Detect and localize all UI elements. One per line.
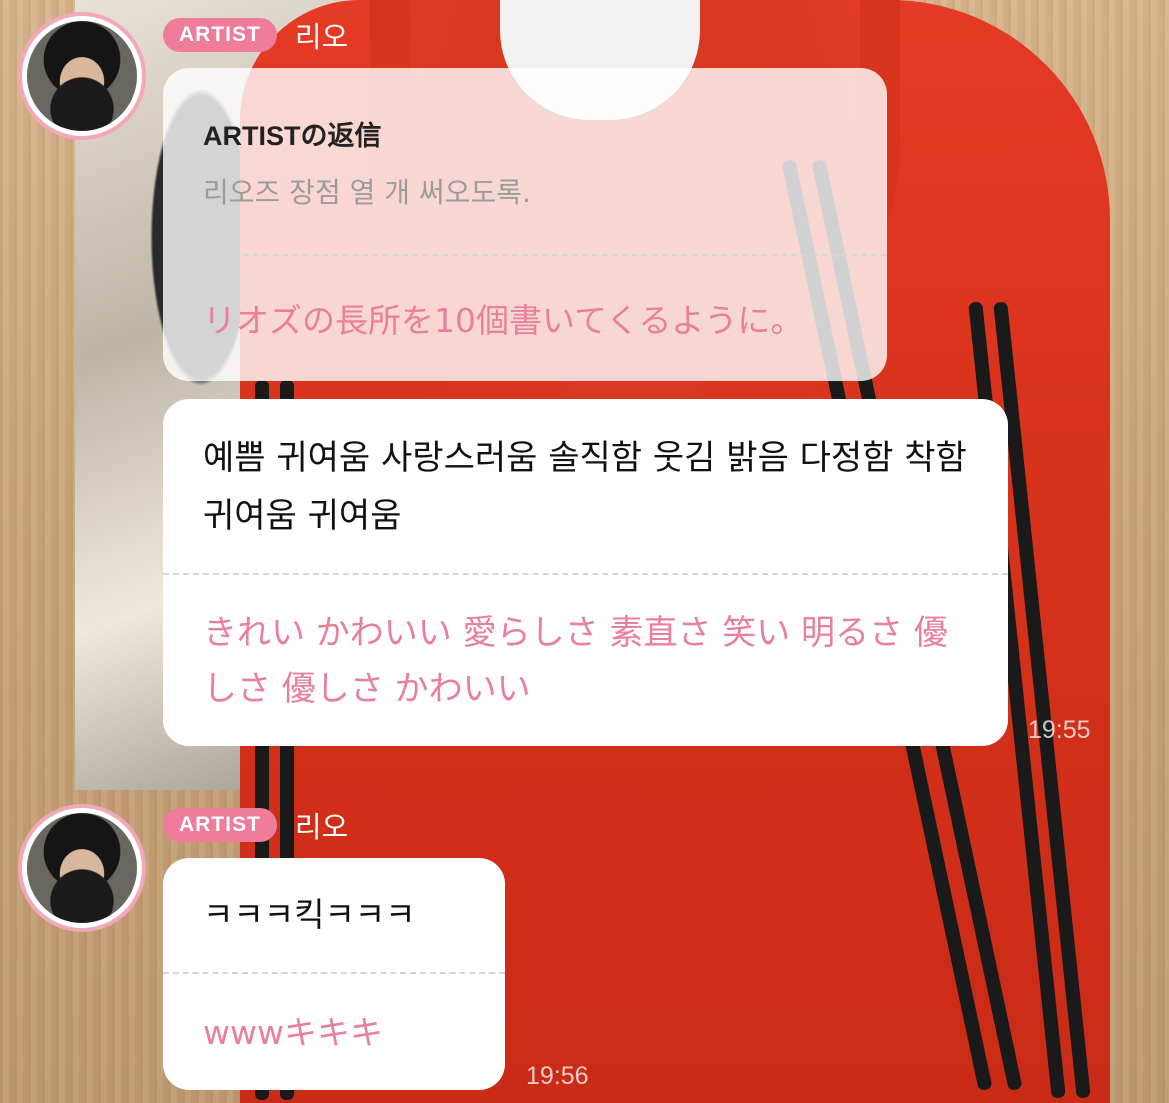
avatar-image	[27, 21, 137, 131]
message-translation-text: きれい かわいい 愛らしさ 素直さ 笑い 明るさ 優しさ 優しさ かわいい	[203, 613, 948, 709]
sender-row: ARTIST 리오	[163, 14, 348, 56]
sender-name: 리오	[294, 810, 349, 844]
artist-badge: ARTIST	[163, 808, 277, 842]
divider	[163, 254, 887, 256]
message-bubble[interactable]: ㅋㅋㅋ킥ㅋㅋㅋ wwwキキキ	[163, 858, 505, 1090]
divider	[163, 972, 505, 974]
reply-original-text: 리오즈 장점 열 개 써오도록.	[203, 176, 531, 209]
reply-quote-bubble[interactable]: ARTISTの返信 리오즈 장점 열 개 써오도록. リオズの長所を10個書いて…	[163, 68, 887, 381]
message-original-text: ㅋㅋㅋ킥ㅋㅋㅋ	[203, 895, 416, 934]
artist-avatar[interactable]	[18, 12, 146, 140]
avatar-image	[27, 813, 137, 923]
message-translation-text: wwwキキキ	[203, 1013, 383, 1052]
message-bubble[interactable]: 예쁨 귀여움 사랑스러움 솔직함 웃김 밝음 다정함 착함 귀여움 귀여움 きれ…	[163, 399, 1008, 746]
artist-avatar[interactable]	[18, 804, 146, 932]
sender-row: ARTIST 리오	[163, 804, 348, 846]
message-original-text: 예쁨 귀여움 사랑스러움 솔직함 웃김 밝음 다정함 착함 귀여움 귀여움	[203, 438, 967, 536]
reply-translation-text: リオズの長所を10個書いてくるように。	[203, 301, 804, 340]
divider	[163, 573, 1008, 575]
message-timestamp: 19:56	[526, 1062, 589, 1090]
reply-label: ARTISTの返信	[203, 121, 382, 151]
artist-badge: ARTIST	[163, 18, 277, 52]
message-timestamp: 19:55	[1028, 716, 1091, 744]
sender-name: 리오	[294, 20, 349, 54]
